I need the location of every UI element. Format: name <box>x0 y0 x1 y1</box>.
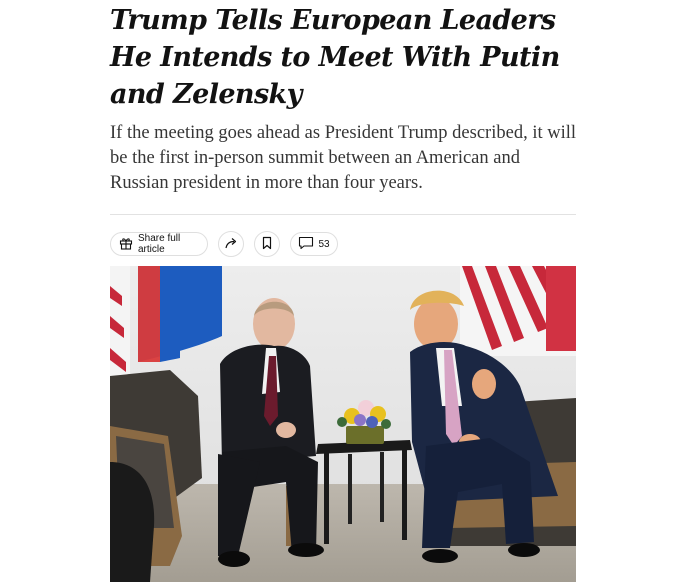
comment-bubble-icon <box>298 236 314 253</box>
us-flag-right <box>460 266 576 356</box>
article-photo <box>110 266 576 582</box>
article-summary: If the meeting goes ahead as President T… <box>110 123 577 193</box>
comment-count: 53 <box>318 238 330 250</box>
article-header: Trump Tells European Leaders He Intends … <box>110 0 576 257</box>
comments-button[interactable]: 53 <box>290 232 338 256</box>
us-flag-left <box>110 266 130 376</box>
save-button[interactable] <box>254 231 280 257</box>
share-arrow-icon <box>224 236 238 253</box>
bookmark-icon <box>261 236 273 253</box>
share-full-article-button[interactable]: Share full article <box>110 232 208 256</box>
header-divider <box>110 214 576 215</box>
gift-icon <box>119 236 133 253</box>
article-toolbar: Share full article 53 <box>110 231 576 257</box>
share-button[interactable] <box>218 231 244 257</box>
share-button-label: Share full article <box>138 233 181 255</box>
lead-photograph <box>110 266 576 582</box>
article-headline: Trump Tells European Leaders He Intends … <box>110 5 560 110</box>
